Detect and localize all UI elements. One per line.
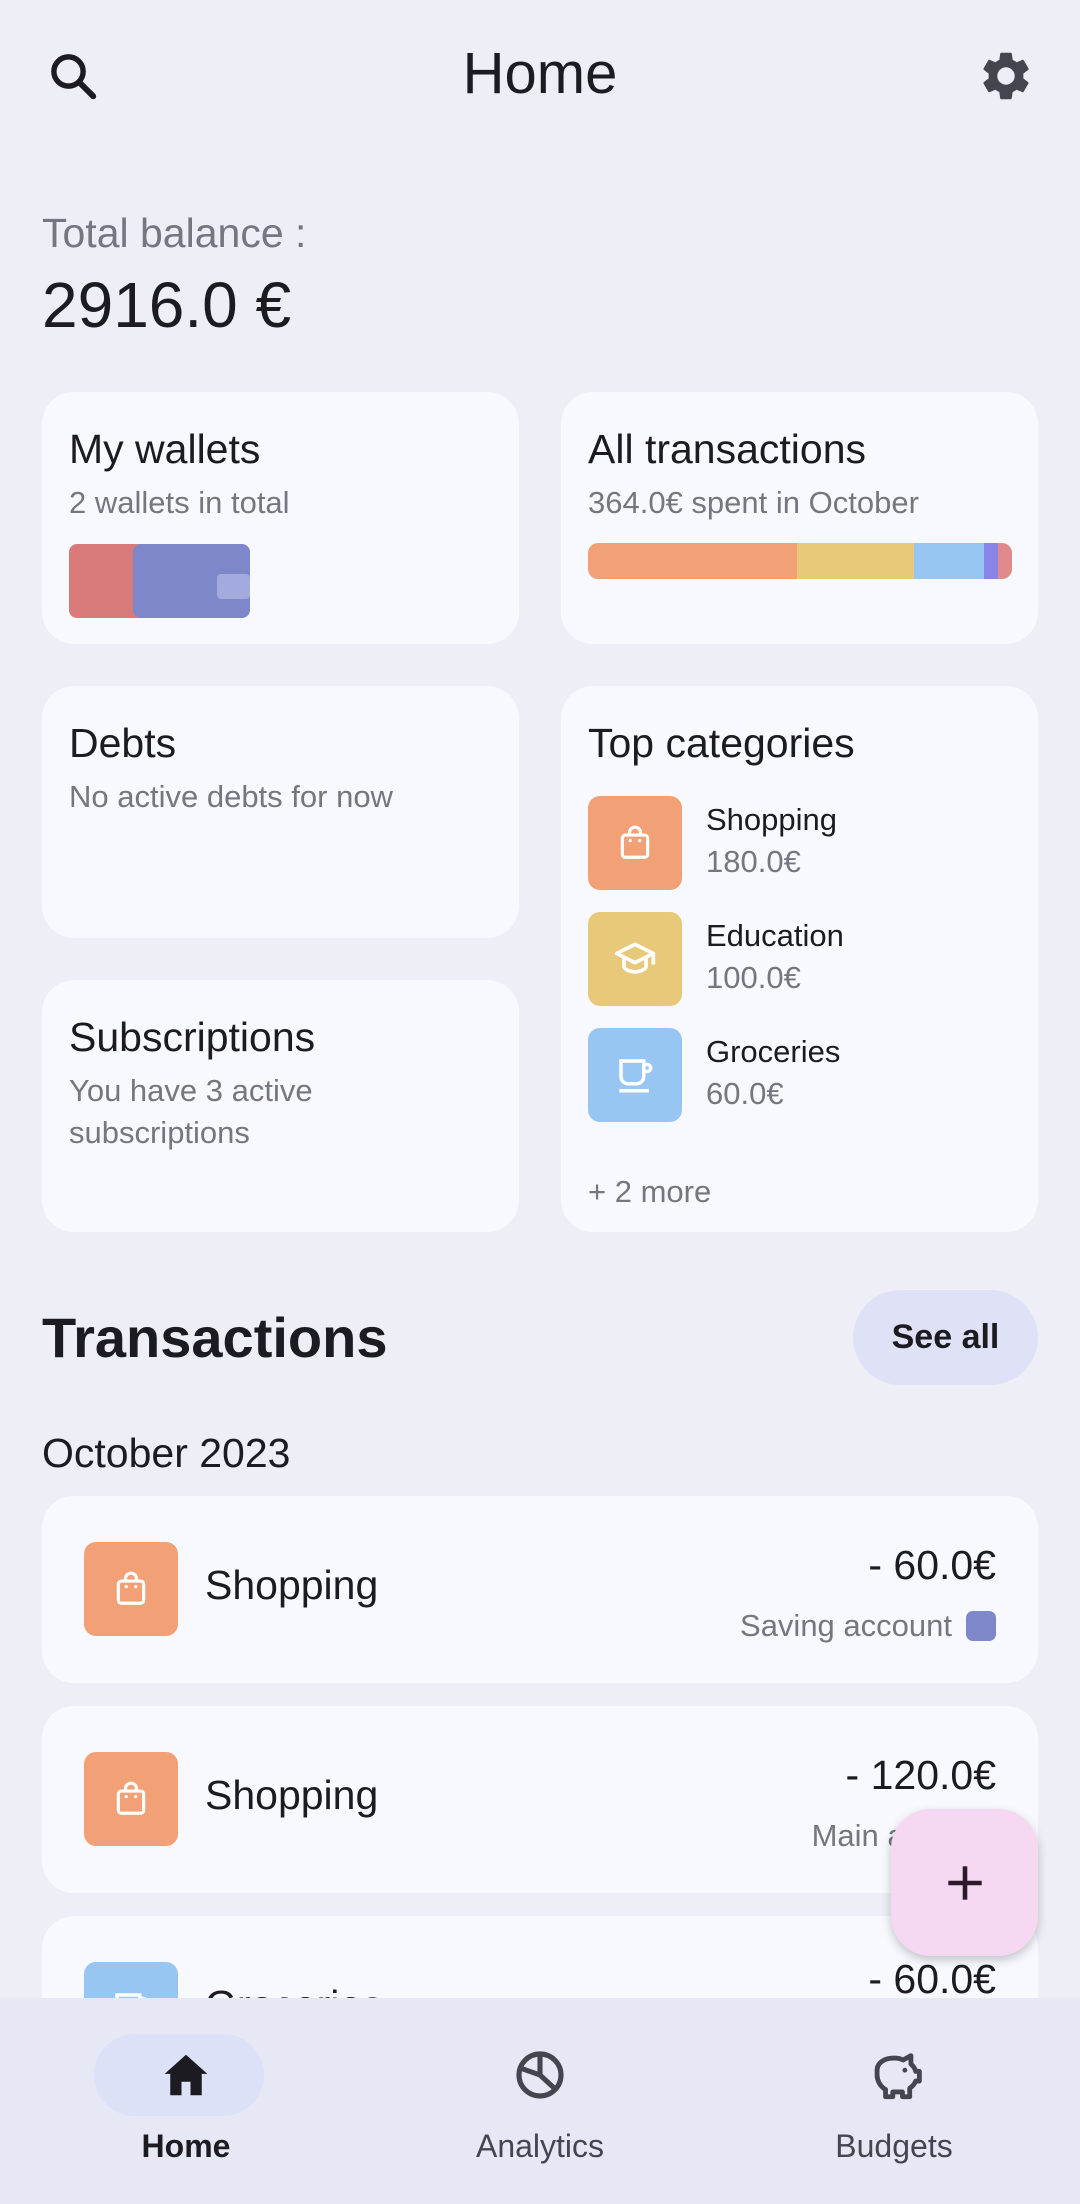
debts-card[interactable]: Debts No active debts for now bbox=[42, 686, 519, 938]
spending-bar-segment bbox=[984, 543, 998, 579]
spending-bar bbox=[588, 543, 1012, 579]
page-title: Home bbox=[462, 41, 618, 106]
category-amount: 60.0€ bbox=[706, 1076, 784, 1111]
category-name: Shopping bbox=[706, 802, 838, 837]
all-transactions-card[interactable]: All transactions 364.0€ spent in October bbox=[561, 392, 1038, 644]
top-categories-title: Top categories bbox=[588, 720, 855, 766]
gear-icon bbox=[983, 52, 1029, 100]
balance-value: 2916.0 € bbox=[42, 269, 292, 341]
more-categories-link[interactable]: + 2 more bbox=[588, 1174, 711, 1210]
graduation-cap-icon bbox=[614, 942, 656, 974]
nav-label-home: Home bbox=[141, 2128, 231, 2164]
shopping-bag-icon bbox=[116, 1781, 146, 1815]
subscriptions-title: Subscriptions bbox=[69, 1014, 316, 1060]
all-transactions-title: All transactions bbox=[588, 426, 867, 472]
category-amount: 180.0€ bbox=[706, 844, 801, 879]
category-name: Education bbox=[706, 918, 844, 953]
transaction-row[interactable]: Shopping - 120.0€ Main account bbox=[42, 1706, 1038, 1893]
transaction-account: Saving account bbox=[740, 1608, 996, 1644]
nav-label-budgets: Budgets bbox=[835, 2128, 953, 2164]
category-icon-box bbox=[588, 912, 682, 1006]
nav-icon-wrap bbox=[714, 2043, 1074, 2107]
transaction-amount: - 60.0€ bbox=[868, 1542, 996, 1588]
analytics-icon bbox=[516, 2051, 564, 2099]
subscriptions-card[interactable]: Subscriptions You have 3 active subscrip… bbox=[42, 980, 519, 1232]
debts-title: Debts bbox=[69, 720, 177, 766]
category-item: Education 100.0€ bbox=[588, 912, 1008, 1006]
spending-bar-segment bbox=[588, 543, 798, 579]
shopping-bag-icon bbox=[116, 1571, 146, 1605]
account-color-dot bbox=[966, 1611, 996, 1641]
transactions-heading: Transactions bbox=[42, 1306, 388, 1369]
piggy-bank-icon bbox=[874, 2053, 922, 2100]
transaction-name: Shopping bbox=[205, 1562, 379, 1608]
nav-item-analytics[interactable]: Analytics bbox=[360, 1998, 720, 2204]
wallets-title: My wallets bbox=[69, 426, 261, 472]
spending-bar-segment bbox=[914, 543, 984, 579]
debts-subtitle: No active debts for now bbox=[69, 779, 393, 814]
category-amount: 100.0€ bbox=[706, 960, 801, 995]
balance-label: Total balance : bbox=[42, 210, 307, 256]
subscriptions-subtitle: You have 3 active subscriptions bbox=[69, 1073, 313, 1150]
wallets-preview bbox=[69, 544, 250, 618]
cup-icon bbox=[619, 1059, 653, 1093]
nav-item-home[interactable]: Home bbox=[6, 1998, 366, 2204]
category-icon-box bbox=[588, 796, 682, 890]
transaction-icon-box bbox=[84, 1542, 178, 1636]
transaction-amount: - 120.0€ bbox=[845, 1752, 996, 1798]
transaction-amount: - 60.0€ bbox=[868, 1956, 996, 2002]
bottom-navigation: Home Analytics Budgets bbox=[0, 1998, 1080, 2204]
transaction-row[interactable]: Shopping - 60.0€ Saving account bbox=[42, 1496, 1038, 1683]
category-item: Groceries 60.0€ bbox=[588, 1028, 1008, 1122]
nav-item-budgets[interactable]: Budgets bbox=[714, 1998, 1074, 2204]
transaction-name: Shopping bbox=[205, 1772, 379, 1818]
category-icon-box bbox=[588, 1028, 682, 1122]
wallets-card[interactable]: My wallets 2 wallets in total bbox=[42, 392, 519, 644]
account-name: Saving account bbox=[740, 1608, 952, 1643]
see-all-button[interactable]: See all bbox=[853, 1290, 1038, 1385]
nav-icon-wrap bbox=[360, 2043, 720, 2107]
add-transaction-button[interactable] bbox=[891, 1809, 1038, 1956]
month-label: October 2023 bbox=[42, 1430, 291, 1476]
settings-button[interactable] bbox=[966, 36, 1046, 116]
shopping-bag-icon bbox=[620, 825, 650, 859]
spending-bar-segment bbox=[997, 543, 1012, 579]
wallets-subtitle: 2 wallets in total bbox=[69, 485, 290, 520]
nav-label-analytics: Analytics bbox=[475, 2128, 605, 2164]
category-item: Shopping 180.0€ bbox=[588, 796, 1008, 890]
all-transactions-subtitle: 364.0€ spent in October bbox=[588, 485, 919, 520]
top-categories-card[interactable]: Top categories Shopping 180.0€ Education… bbox=[561, 686, 1038, 1232]
nav-icon-wrap bbox=[6, 2043, 366, 2107]
spending-bar-segment bbox=[797, 543, 915, 579]
category-name: Groceries bbox=[706, 1034, 841, 1069]
transaction-icon-box bbox=[84, 1752, 178, 1846]
wallet-chip bbox=[217, 574, 250, 599]
plus-icon bbox=[947, 1865, 982, 1900]
home-icon bbox=[164, 2054, 208, 2096]
